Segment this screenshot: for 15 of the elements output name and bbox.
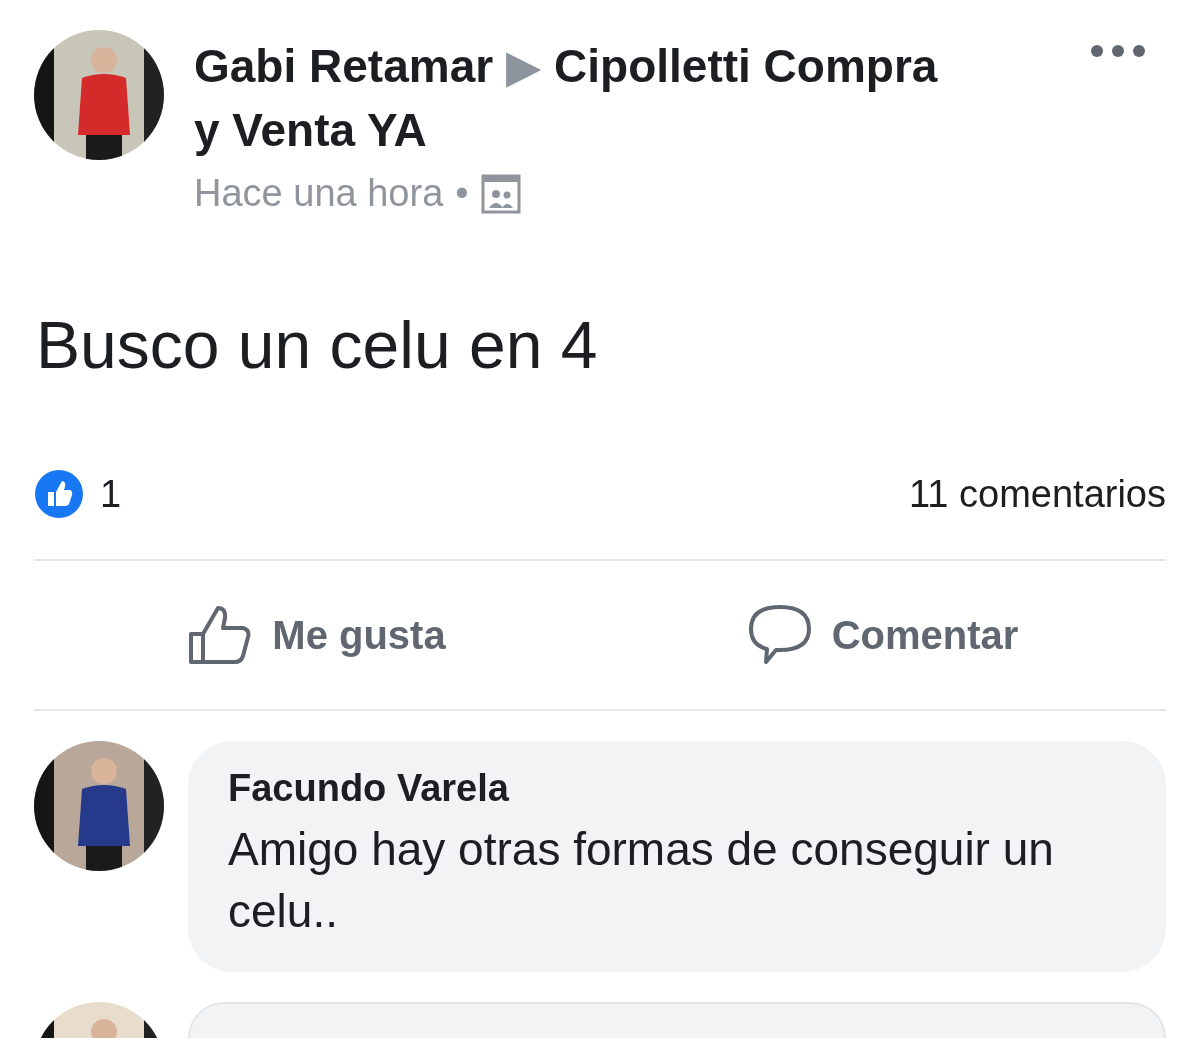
post-time: Hace una hora	[194, 172, 444, 215]
like-button[interactable]: Me gusta	[34, 561, 600, 709]
thumbs-up-icon	[188, 604, 253, 666]
post-text: Busco un celu en 4	[36, 307, 599, 383]
comment-author[interactable]: Facundo Varela	[228, 767, 1126, 810]
comment-button[interactable]: Comentar	[600, 561, 1166, 709]
speech-bubble-icon	[747, 604, 812, 666]
separator-dot: •	[455, 172, 469, 215]
group-icon	[480, 173, 521, 214]
comment-count[interactable]: 11 comentarios	[909, 472, 1166, 516]
comment-text: Amigo hay otras formas de conseguir un celu..	[228, 822, 1055, 939]
more-options-icon[interactable]	[1090, 44, 1146, 58]
like-icon	[34, 469, 84, 519]
like-count[interactable]: 1	[100, 472, 122, 516]
post-title: Gabi Retamar ▶ Cipolletti Compra y Venta YA	[194, 39, 939, 158]
